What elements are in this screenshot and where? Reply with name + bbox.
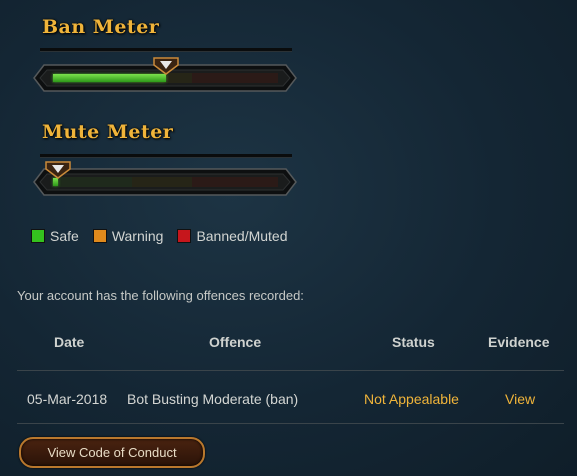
legend-swatch-warning (92, 229, 107, 243)
legend-item-safe: Safe (31, 228, 79, 244)
ban-meter (32, 57, 298, 94)
legend-label-banned: Banned/Muted (196, 228, 288, 244)
mute-meter-marker-icon (45, 161, 71, 179)
legend-label-safe: Safe (50, 228, 79, 244)
mute-meter (32, 161, 298, 198)
header-offence: Offence (209, 334, 262, 350)
view-code-of-conduct-button[interactable]: View Code of Conduct (19, 437, 205, 468)
legend-item-warning: Warning (92, 228, 164, 244)
legend-label-warning: Warning (111, 228, 164, 244)
ban-meter-fill (53, 74, 166, 82)
mute-meter-fill (53, 178, 58, 186)
ban-meter-divider (40, 48, 292, 52)
ban-meter-title: Ban Meter (42, 16, 160, 38)
mute-meter-title: Mute Meter (42, 121, 174, 143)
ban-meter-marker-icon (153, 57, 179, 75)
table-row: 05-Mar-2018 Bot Busting Moderate (ban) N… (17, 371, 564, 424)
cell-status: Not Appealable (364, 391, 459, 407)
table-header: Date Offence Status Evidence (17, 325, 564, 371)
mute-meter-frame (33, 168, 297, 196)
legend-swatch-safe (31, 229, 45, 243)
offences-info-text: Your account has the following offences … (17, 288, 304, 303)
view-evidence-link[interactable]: View (505, 391, 535, 407)
header-date: Date (54, 334, 85, 350)
mute-meter-divider (40, 154, 292, 158)
cell-date: 05-Mar-2018 (27, 391, 108, 407)
offences-table: Date Offence Status Evidence 05-Mar-2018… (17, 325, 564, 424)
header-status: Status (392, 334, 435, 350)
cell-offence: Bot Busting Moderate (ban) (127, 391, 299, 407)
legend-item-banned: Banned/Muted (177, 228, 288, 244)
legend-swatch-banned (177, 229, 192, 243)
meter-legend: Safe Warning Banned/Muted (31, 228, 302, 244)
header-evidence: Evidence (488, 334, 550, 350)
